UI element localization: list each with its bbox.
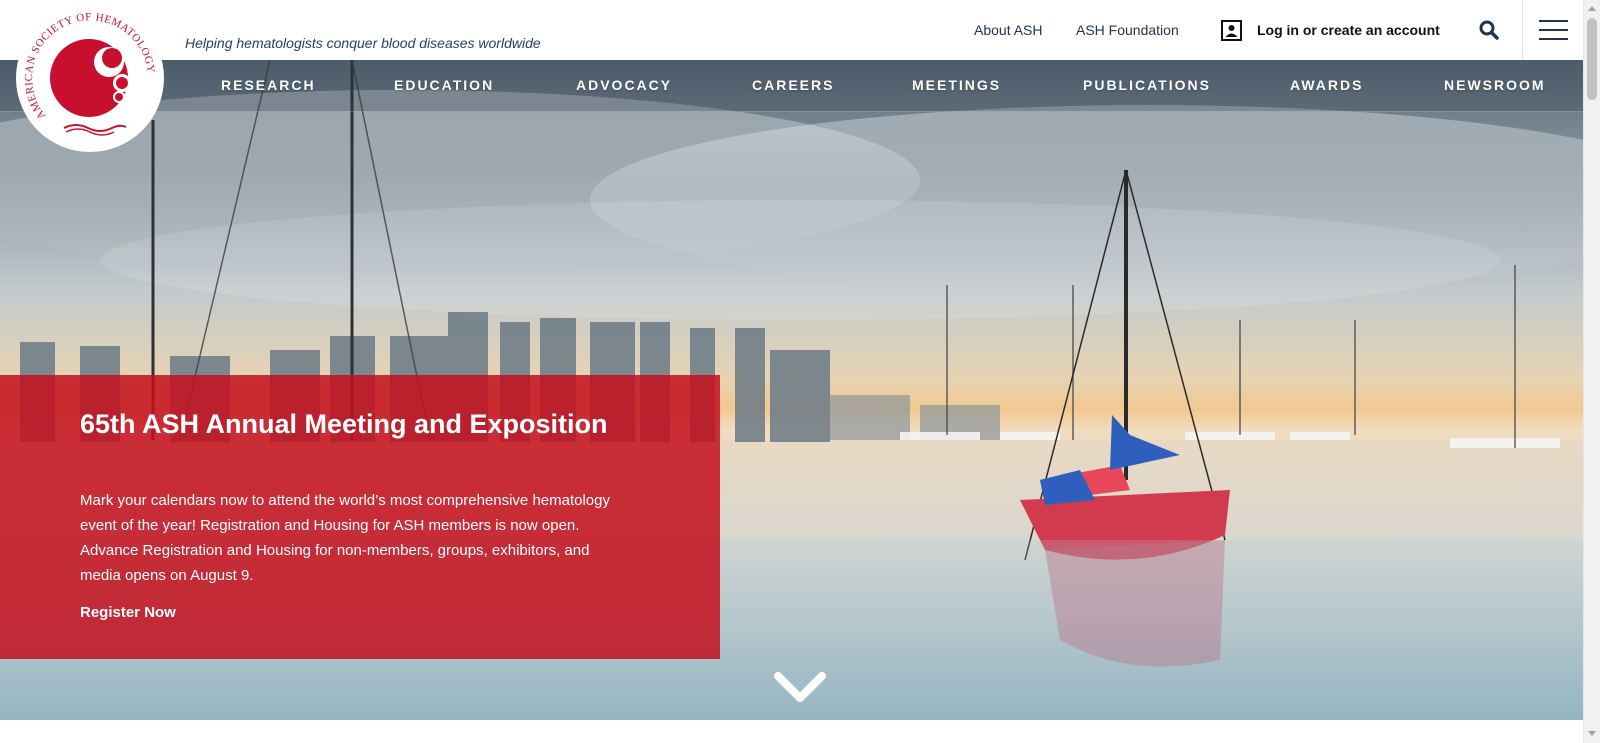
scrollbar-thumb[interactable] bbox=[1587, 18, 1597, 100]
about-ash-link[interactable]: About ASH bbox=[974, 22, 1043, 38]
ash-foundation-link[interactable]: ASH Foundation bbox=[1076, 22, 1179, 38]
scroll-up-arrow-icon[interactable] bbox=[1588, 6, 1596, 11]
scroll-down-button[interactable] bbox=[773, 671, 827, 705]
chevron-down-icon bbox=[774, 672, 826, 702]
search-button[interactable] bbox=[1477, 18, 1501, 42]
hamburger-menu-icon bbox=[1539, 38, 1568, 40]
nav-research[interactable]: RESEARCH bbox=[221, 77, 316, 93]
hamburger-menu-icon bbox=[1539, 20, 1568, 22]
nav-advocacy[interactable]: ADVOCACY bbox=[576, 77, 672, 93]
hamburger-menu-icon bbox=[1539, 29, 1568, 31]
scroll-down-arrow-icon[interactable] bbox=[1588, 731, 1596, 736]
user-badge-icon bbox=[1221, 19, 1242, 41]
page-scrollbar[interactable] bbox=[1583, 0, 1600, 743]
nav-education[interactable]: EDUCATION bbox=[394, 77, 494, 93]
ash-logo[interactable]: AMERICAN SOCIETY OF HEMATOLOGY bbox=[16, 4, 164, 152]
hamburger-menu-button[interactable] bbox=[1522, 0, 1583, 60]
promo-panel: 65th ASH Annual Meeting and Exposition M… bbox=[0, 375, 720, 659]
search-icon bbox=[1479, 20, 1499, 40]
nav-newsroom[interactable]: NEWSROOM bbox=[1444, 77, 1546, 93]
page: RESEARCH EDUCATION ADVOCACY CAREERS MEET… bbox=[0, 0, 1600, 743]
promo-description: Mark your calendars now to attend the wo… bbox=[80, 492, 610, 584]
nav-meetings[interactable]: MEETINGS bbox=[912, 77, 1001, 93]
nav-publications[interactable]: PUBLICATIONS bbox=[1083, 77, 1211, 93]
top-bar: Helping hematologists conquer blood dise… bbox=[0, 0, 1583, 60]
login-link[interactable]: Log in or create an account bbox=[1221, 18, 1440, 42]
promo-title: 65th ASH Annual Meeting and Exposition bbox=[80, 409, 608, 439]
site-tagline: Helping hematologists conquer blood dise… bbox=[185, 35, 541, 51]
nav-awards[interactable]: AWARDS bbox=[1290, 77, 1363, 93]
nav-careers[interactable]: CAREERS bbox=[752, 77, 834, 93]
main-navigation: RESEARCH EDUCATION ADVOCACY CAREERS MEET… bbox=[0, 60, 1583, 112]
login-label: Log in or create an account bbox=[1257, 22, 1440, 38]
register-now-link[interactable]: Register Now bbox=[80, 604, 176, 621]
ash-logo-mark: AMERICAN SOCIETY OF HEMATOLOGY bbox=[23, 11, 156, 136]
